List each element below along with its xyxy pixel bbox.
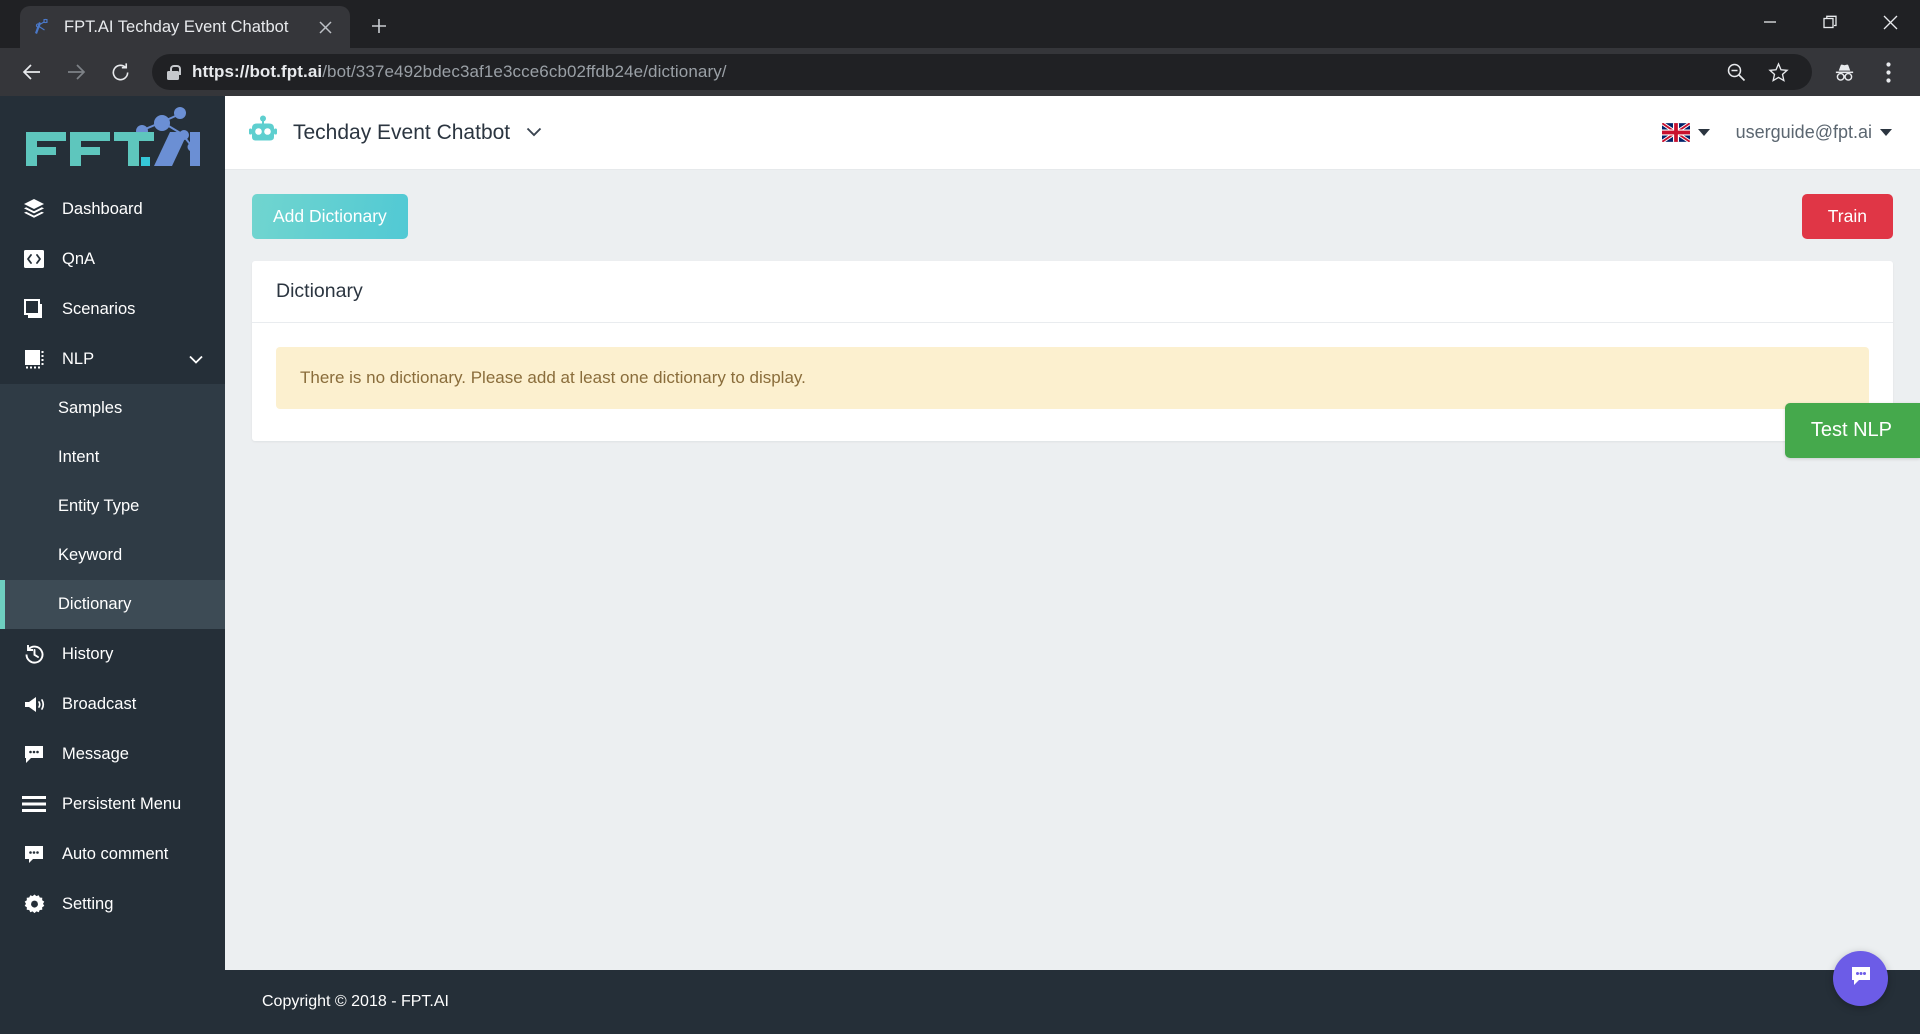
sidebar-item-intent[interactable]: Intent: [0, 433, 225, 482]
sidebar-nav-main: Dashboard QnA Scenarios NLP: [0, 184, 225, 384]
url-path: /bot/337e492bdec3af1e3cce6cb02ffdb24e/di…: [322, 62, 727, 81]
train-button[interactable]: Train: [1801, 194, 1893, 239]
history-clock-icon: [22, 643, 46, 666]
sidebar: Dashboard QnA Scenarios NLP Samples Inte…: [0, 96, 225, 1034]
sidebar-item-auto-comment[interactable]: Auto comment: [0, 829, 225, 879]
chevron-down-icon[interactable]: [189, 352, 203, 367]
sidebar-item-history[interactable]: History: [0, 629, 225, 679]
hamburger-lines-icon: [22, 795, 46, 813]
url-host: https://bot.fpt.ai: [192, 62, 323, 81]
sidebar-item-label: Broadcast: [62, 694, 137, 713]
zoom-out-icon[interactable]: [1716, 52, 1756, 92]
url-text: https://bot.fpt.ai/bot/337e492bdec3af1e3…: [192, 62, 727, 82]
action-bar: Add Dictionary Train: [252, 194, 1893, 239]
uk-flag-icon: [1661, 123, 1690, 142]
sidebar-item-broadcast[interactable]: Broadcast: [0, 679, 225, 729]
comment-bubble-icon: [22, 843, 46, 865]
reload-icon[interactable]: [100, 52, 140, 92]
sidebar-nlp-submenu: Samples Intent Entity Type Keyword Dicti…: [0, 384, 225, 629]
sidebar-item-dashboard[interactable]: Dashboard: [0, 184, 225, 234]
browser-tab[interactable]: FPT.AI Techday Event Chatbot: [20, 6, 350, 48]
window-controls: [1740, 0, 1920, 44]
tab-title: FPT.AI Techday Event Chatbot: [64, 17, 289, 36]
code-brackets-icon: [22, 248, 46, 270]
layers-icon: [22, 198, 46, 220]
sidebar-item-label: NLP: [62, 349, 95, 368]
add-dictionary-button[interactable]: Add Dictionary: [252, 194, 408, 239]
sidebar-nav-bottom: History Broadcast Message Persistent Men…: [0, 629, 225, 929]
omnibox-actions: [1716, 52, 1798, 92]
sidebar-item-label: Persistent Menu: [62, 794, 182, 813]
sidebar-subitem-label: Dictionary: [58, 595, 132, 613]
sidebar-item-samples[interactable]: Samples: [0, 384, 225, 433]
gear-icon: [22, 893, 46, 916]
card-body: There is no dictionary. Please add at le…: [252, 323, 1893, 441]
megaphone-icon: [22, 693, 46, 716]
sidebar-item-setting[interactable]: Setting: [0, 879, 225, 929]
chevron-down-icon[interactable]: [526, 124, 542, 141]
page-viewport: Dashboard QnA Scenarios NLP Samples Inte…: [0, 96, 1920, 1034]
back-arrow-icon[interactable]: [12, 52, 52, 92]
sidebar-item-scenarios[interactable]: Scenarios: [0, 284, 225, 334]
sidebar-item-persistent-menu[interactable]: Persistent Menu: [0, 779, 225, 829]
bot-selector[interactable]: Techday Event Chatbot: [247, 115, 542, 150]
user-menu[interactable]: userguide@fpt.ai: [1736, 122, 1892, 143]
new-tab-button[interactable]: [360, 7, 398, 45]
bookmark-star-icon[interactable]: [1758, 52, 1798, 92]
sidebar-item-label: Scenarios: [62, 299, 136, 318]
sidebar-subitem-label: Entity Type: [58, 497, 140, 515]
main-content: Add Dictionary Train Dictionary There is…: [225, 170, 1920, 970]
robot-icon: [247, 115, 279, 150]
empty-state-alert: There is no dictionary. Please add at le…: [276, 347, 1869, 409]
header-right: userguide@fpt.ai: [1661, 122, 1892, 143]
app-header: Techday Event Chatbot userguide@fpt.ai: [225, 96, 1920, 170]
sidebar-item-label: Message: [62, 744, 129, 763]
address-bar[interactable]: https://bot.fpt.ai/bot/337e492bdec3af1e3…: [152, 54, 1812, 90]
browser-toolbar: https://bot.fpt.ai/bot/337e492bdec3af1e3…: [0, 48, 1920, 96]
sidebar-item-label: Setting: [62, 894, 114, 913]
copyright-text: Copyright © 2018 - FPT.AI: [262, 993, 449, 1010]
sidebar-item-qna[interactable]: QnA: [0, 234, 225, 284]
fpt-ai-logo[interactable]: [0, 96, 225, 184]
incognito-icon[interactable]: [1824, 52, 1864, 92]
chat-widget-button[interactable]: [1833, 951, 1888, 1006]
browser-window: FPT.AI Techday Event Chatbot https://bot…: [0, 0, 1920, 1034]
minimize-icon[interactable]: [1740, 0, 1800, 44]
dictionary-card: Dictionary There is no dictionary. Pleas…: [252, 261, 1893, 441]
user-email: userguide@fpt.ai: [1735, 122, 1872, 142]
lock-icon: [166, 64, 181, 80]
tab-strip: FPT.AI Techday Event Chatbot: [0, 0, 1920, 48]
sidebar-item-entity-type[interactable]: Entity Type: [0, 482, 225, 531]
sidebar-item-keyword[interactable]: Keyword: [0, 531, 225, 580]
sidebar-item-label: History: [62, 644, 114, 663]
sidebar-item-message[interactable]: Message: [0, 729, 225, 779]
sidebar-subitem-label: Keyword: [58, 546, 123, 564]
app-footer: Copyright © 2018 - FPT.AI: [225, 970, 1920, 1034]
more-menu-icon[interactable]: [1868, 52, 1908, 92]
copy-windows-icon: [22, 298, 46, 320]
forward-arrow-icon[interactable]: [56, 52, 96, 92]
page-title: Dictionary: [276, 280, 363, 302]
sidebar-item-label: Dashboard: [62, 199, 143, 218]
sidebar-subitem-label: Samples: [58, 399, 123, 417]
caret-down-icon[interactable]: [1697, 129, 1710, 136]
card-header: Dictionary: [252, 261, 1893, 323]
caret-down-icon[interactable]: [1880, 129, 1892, 136]
sidebar-item-dictionary[interactable]: Dictionary: [0, 580, 225, 629]
sidebar-item-label: QnA: [62, 249, 96, 268]
sidebar-item-nlp[interactable]: NLP: [0, 334, 225, 384]
language-selector[interactable]: [1661, 123, 1710, 142]
sidebar-subitem-label: Intent: [58, 448, 100, 466]
sidebar-item-label: Auto comment: [62, 844, 169, 863]
test-nlp-tab[interactable]: Test NLP: [1784, 403, 1920, 458]
chip-icon: [22, 348, 46, 370]
content-column: Techday Event Chatbot userguide@fpt.ai A…: [225, 96, 1920, 1034]
fpt-ai-favicon: [32, 17, 52, 37]
close-icon[interactable]: [1860, 0, 1920, 44]
message-bubble-icon: [22, 743, 46, 765]
bot-name: Techday Event Chatbot: [293, 120, 511, 144]
chat-bubble-icon: [1848, 963, 1874, 994]
maximize-icon[interactable]: [1800, 0, 1860, 44]
close-icon[interactable]: [312, 14, 338, 40]
